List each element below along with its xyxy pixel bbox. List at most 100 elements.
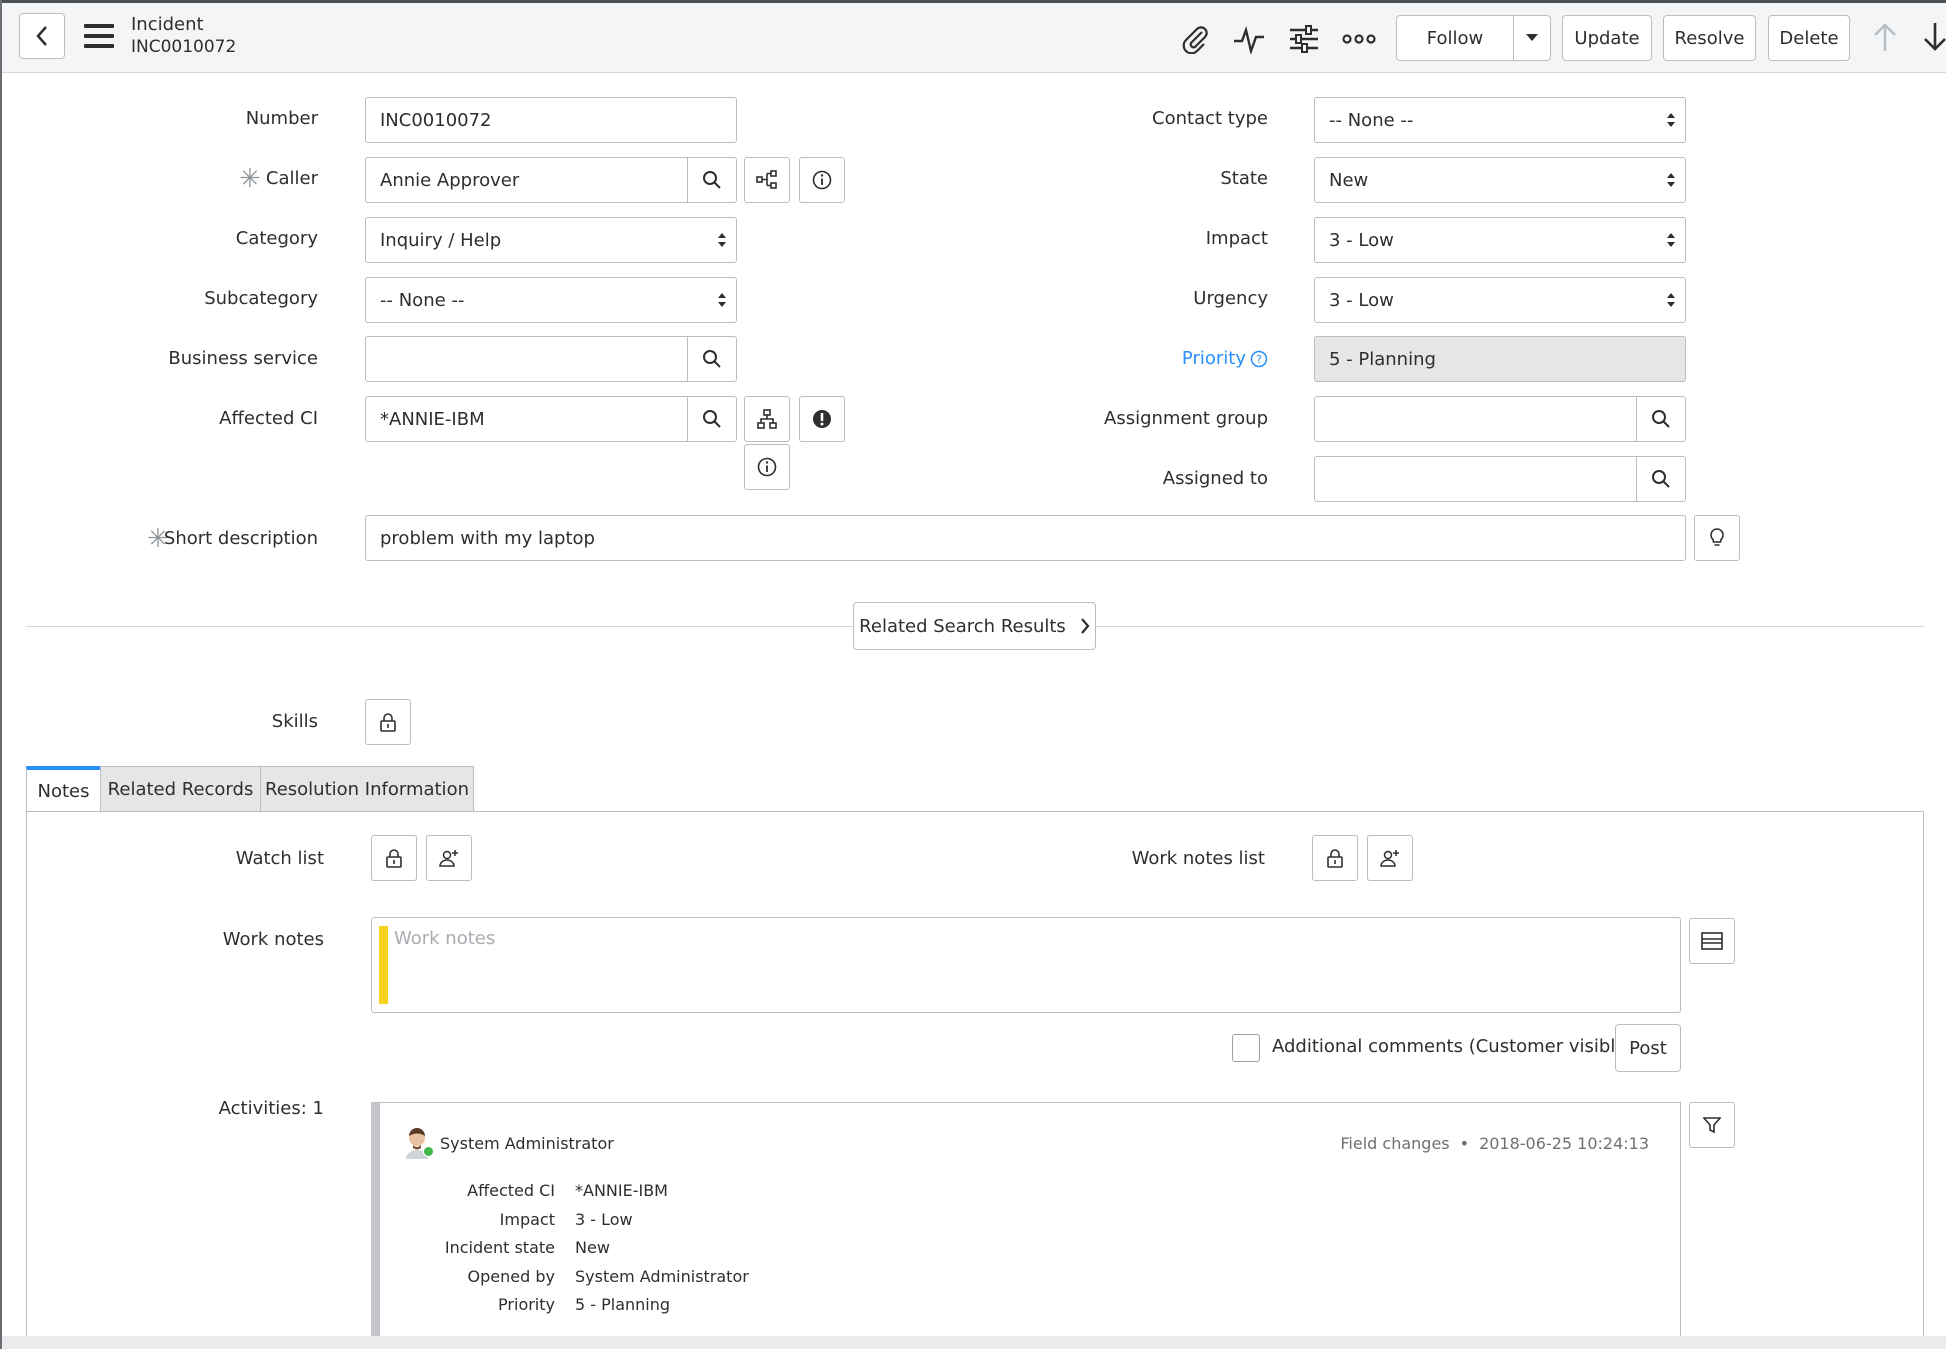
filter-icon xyxy=(1703,1117,1721,1134)
update-button[interactable]: Update xyxy=(1562,15,1652,61)
work-notes-list-unlock-button[interactable] xyxy=(1312,835,1358,881)
resolve-button[interactable]: Resolve xyxy=(1663,15,1756,61)
activity-filter-button[interactable] xyxy=(1689,1102,1735,1148)
tab-related-records[interactable]: Related Records xyxy=(100,766,261,812)
change-value-impact: 3 - Low xyxy=(575,1210,633,1229)
business-service-lookup-button[interactable] xyxy=(687,337,736,381)
additional-comments-label: Additional comments (Customer visible) xyxy=(1272,1036,1634,1057)
follow-dropdown-button[interactable] xyxy=(1513,15,1551,61)
short-description-label: Short description xyxy=(163,528,318,549)
caller-info-button[interactable] xyxy=(799,157,845,203)
impact-select[interactable]: 3 - Low xyxy=(1314,217,1686,263)
change-field-impact: Impact xyxy=(499,1210,555,1229)
info-icon xyxy=(757,457,777,477)
urgency-select[interactable]: 3 - Low xyxy=(1314,277,1686,323)
form-header xyxy=(2,0,1946,73)
caller-label: Caller xyxy=(265,168,318,189)
paperclip-icon[interactable] xyxy=(1178,22,1212,56)
affected-ci-field[interactable]: *ANNIE-IBM xyxy=(365,396,737,442)
work-notes-placeholder: Work notes xyxy=(394,928,496,949)
caller-lookup-button[interactable] xyxy=(687,158,736,202)
affected-ci-value: *ANNIE-IBM xyxy=(380,408,485,430)
delete-button[interactable]: Delete xyxy=(1768,15,1850,61)
dependency-map-icon xyxy=(757,409,777,429)
affected-ci-info-button[interactable] xyxy=(744,444,790,490)
assignment-group-field[interactable] xyxy=(1314,396,1686,442)
impact-label: Impact xyxy=(1205,228,1268,249)
category-select[interactable]: Inquiry / Help xyxy=(365,217,737,263)
change-value-priority: 5 - Planning xyxy=(575,1295,671,1314)
search-icon xyxy=(1652,470,1670,488)
tab-notes[interactable]: Notes xyxy=(26,766,101,812)
business-service-field[interactable] xyxy=(365,336,737,382)
urgency-value: 3 - Low xyxy=(1329,289,1394,311)
work-notes-indicator xyxy=(379,926,388,1004)
priority-label[interactable]: Priority ? xyxy=(1182,348,1268,369)
work-notes-list-add-me-button[interactable] xyxy=(1367,835,1413,881)
select-arrows-icon xyxy=(1667,233,1675,247)
record-type: Incident xyxy=(131,14,204,35)
caller-hierarchy-button[interactable] xyxy=(744,157,790,203)
hierarchy-icon xyxy=(756,170,777,189)
post-button[interactable]: Post xyxy=(1615,1024,1681,1072)
related-search-label: Related Search Results xyxy=(859,615,1066,637)
affected-ci-map-button[interactable] xyxy=(744,396,790,442)
chevron-right-icon xyxy=(1080,618,1090,634)
business-service-label: Business service xyxy=(168,348,318,369)
follow-button[interactable]: Follow xyxy=(1396,15,1514,61)
suggestion-button[interactable] xyxy=(1694,515,1740,561)
menu-icon[interactable] xyxy=(84,24,114,48)
assigned-to-label: Assigned to xyxy=(1162,468,1268,489)
back-button[interactable] xyxy=(19,13,65,59)
category-value: Inquiry / Help xyxy=(380,229,502,251)
activity-separator: • xyxy=(1459,1134,1470,1153)
caller-field[interactable]: Annie Approver xyxy=(365,157,737,203)
subcategory-select[interactable]: -- None -- xyxy=(365,277,737,323)
settings-sliders-icon[interactable] xyxy=(1287,22,1321,56)
arrow-down-icon[interactable] xyxy=(1918,20,1946,54)
priority-field: 5 - Planning xyxy=(1314,336,1686,382)
assigned-to-field[interactable] xyxy=(1314,456,1686,502)
search-icon xyxy=(703,350,721,368)
change-value-incident-state: New xyxy=(575,1238,610,1257)
related-search-results-button[interactable]: Related Search Results xyxy=(853,602,1096,650)
priority-label-text: Priority xyxy=(1181,348,1246,369)
work-notes-template-button[interactable] xyxy=(1689,918,1735,964)
caret-down-icon xyxy=(1526,34,1538,41)
contact-type-select[interactable]: -- None -- xyxy=(1314,97,1686,143)
affected-ci-alert-button[interactable] xyxy=(799,396,845,442)
more-options-icon[interactable] xyxy=(1342,22,1376,56)
select-arrows-icon xyxy=(718,293,726,307)
watch-list-unlock-button[interactable] xyxy=(371,835,417,881)
search-icon xyxy=(703,171,721,189)
work-notes-textarea[interactable]: Work notes xyxy=(371,917,1681,1013)
state-select[interactable]: New xyxy=(1314,157,1686,203)
assignment-group-lookup-button[interactable] xyxy=(1636,397,1685,441)
avatar xyxy=(404,1127,434,1159)
arrow-up-icon[interactable] xyxy=(1868,20,1902,54)
short-description-field[interactable]: problem with my laptop xyxy=(365,515,1686,561)
svg-text:?: ? xyxy=(1256,353,1262,366)
lightbulb-icon xyxy=(1710,528,1724,546)
number-label: Number xyxy=(245,108,318,129)
work-notes-label: Work notes xyxy=(222,929,324,950)
activity-pulse-icon[interactable] xyxy=(1232,22,1266,56)
contact-type-value: -- None -- xyxy=(1329,109,1414,131)
lock-icon xyxy=(1327,849,1343,868)
lock-icon xyxy=(386,849,402,868)
select-arrows-icon xyxy=(718,233,726,247)
assigned-to-lookup-button[interactable] xyxy=(1636,457,1685,501)
affected-ci-lookup-button[interactable] xyxy=(687,397,736,441)
add-user-icon xyxy=(1380,850,1399,867)
presence-indicator xyxy=(423,1146,434,1157)
tab-resolution-information[interactable]: Resolution Information xyxy=(260,766,474,812)
skills-unlock-button[interactable] xyxy=(365,699,411,745)
select-arrows-icon xyxy=(1667,113,1675,127)
additional-comments-checkbox[interactable] xyxy=(1232,1034,1260,1062)
subcategory-label: Subcategory xyxy=(204,288,318,309)
number-field[interactable]: INC0010072 xyxy=(365,97,737,143)
urgency-label: Urgency xyxy=(1193,288,1268,309)
subcategory-value: -- None -- xyxy=(380,289,465,311)
required-marker-icon: ✳ xyxy=(239,164,261,194)
watch-list-add-me-button[interactable] xyxy=(426,835,472,881)
